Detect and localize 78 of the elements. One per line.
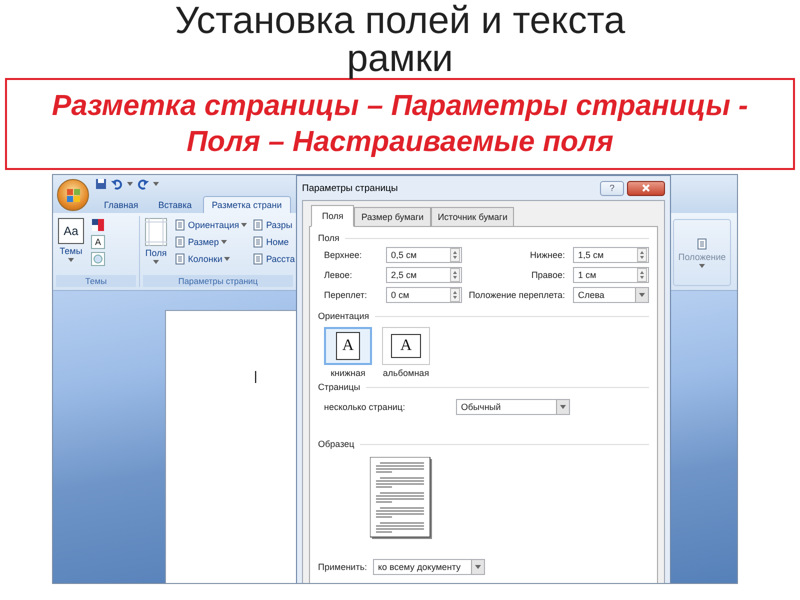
ribbon-command[interactable]: Номе: [252, 235, 295, 249]
ribbon-tab-bar: [671, 175, 737, 213]
caret-icon: [127, 182, 133, 186]
margin-field[interactable]: 1 см: [573, 267, 649, 283]
field-label: несколько страниц:: [324, 402, 406, 412]
callout-text: Разметка страницы – Параметры страницы - Поля – Настраиваемые поля: [50, 89, 750, 160]
ribbon-command[interactable]: Разры: [252, 218, 295, 232]
spinner-arrows[interactable]: [637, 248, 647, 262]
caret-icon: [153, 260, 159, 264]
caret-icon: [220, 240, 227, 244]
spinner-arrows[interactable]: [450, 268, 460, 282]
field-label: Правое:: [530, 270, 566, 280]
ribbon-command[interactable]: Расста: [252, 252, 295, 266]
close-button[interactable]: [627, 180, 665, 196]
ribbon-tab[interactable]: Разметка страни: [202, 196, 291, 213]
save-icon[interactable]: [95, 178, 107, 190]
caret-icon: [68, 258, 74, 262]
spinner-arrows[interactable]: [450, 248, 460, 262]
margin-field[interactable]: 1,5 см: [573, 247, 649, 263]
help-button[interactable]: ?: [600, 180, 624, 196]
spinner-arrows[interactable]: [637, 268, 647, 282]
section-heading: Ориентация: [318, 311, 370, 321]
office-button[interactable]: [57, 179, 89, 211]
command-icon: [174, 236, 186, 248]
fonts-icon[interactable]: A: [91, 235, 105, 249]
command-icon: [252, 219, 264, 231]
caret-icon: [241, 223, 248, 227]
margins-button[interactable]: Поля: [143, 218, 169, 264]
margin-field[interactable]: 0 см: [386, 287, 462, 303]
caret-icon: [475, 565, 482, 569]
field-label: Нижнее:: [528, 250, 566, 260]
colors-icon[interactable]: [91, 218, 105, 232]
dialog-tab[interactable]: Источник бумаги: [430, 207, 514, 226]
command-icon: [174, 219, 186, 231]
orientation-label: книжная: [330, 368, 366, 378]
command-icon: [252, 253, 264, 265]
ribbon-tab[interactable]: Главная: [95, 196, 148, 213]
margin-field[interactable]: 0,5 см: [386, 247, 462, 263]
gutter-dropdown[interactable]: Слева: [573, 287, 649, 303]
ribbon-command[interactable]: Ориентация: [174, 218, 248, 232]
dialog-tab[interactable]: Поля: [311, 205, 354, 227]
orientation-button[interactable]: A: [324, 327, 372, 365]
ribbon-command[interactable]: Размер: [174, 235, 248, 249]
close-icon: [642, 184, 650, 192]
orientation-label: альбомная: [382, 368, 430, 378]
caret-icon: [560, 405, 566, 409]
position-icon: [696, 238, 708, 250]
page-icon: [145, 218, 167, 246]
group-label: Параметры страниц: [143, 275, 293, 287]
orientation-button[interactable]: A: [382, 327, 430, 365]
effects-icon[interactable]: [91, 252, 105, 266]
field-label: Применить:: [318, 562, 368, 572]
field-label: Переплет:: [324, 290, 368, 300]
dialog-tab[interactable]: Размер бумаги: [354, 207, 431, 226]
pages-dropdown[interactable]: Обычный: [456, 399, 570, 415]
ribbon-tab[interactable]: Вставка: [149, 196, 201, 213]
spinner-arrows[interactable]: [450, 288, 460, 302]
field-label: Верхнее:: [324, 250, 363, 260]
caret-icon: [224, 257, 230, 261]
text-cursor-icon: [254, 371, 257, 383]
caret-icon: [639, 293, 645, 297]
caret-icon: [699, 264, 705, 268]
section-heading: Поля: [318, 233, 340, 243]
dialog-title: Параметры страницы: [302, 182, 398, 194]
slide-title: Установка полей и текста рамки: [174, 0, 626, 78]
apply-dropdown[interactable]: ко всему документу: [373, 559, 486, 575]
section-heading: Образец: [318, 439, 354, 449]
command-icon: [174, 253, 186, 265]
field-label: Левое:: [324, 270, 354, 280]
margin-field[interactable]: 2,5 см: [386, 267, 462, 283]
ribbon-command[interactable]: Колонки: [174, 252, 248, 266]
command-icon: [252, 236, 264, 248]
section-heading: Страницы: [318, 382, 360, 392]
field-label: Положение переплета:: [468, 290, 566, 300]
undo-icon[interactable]: [111, 178, 123, 190]
caret-icon: [153, 182, 159, 186]
redo-icon[interactable]: [137, 178, 149, 190]
group-label: Темы: [56, 275, 136, 287]
